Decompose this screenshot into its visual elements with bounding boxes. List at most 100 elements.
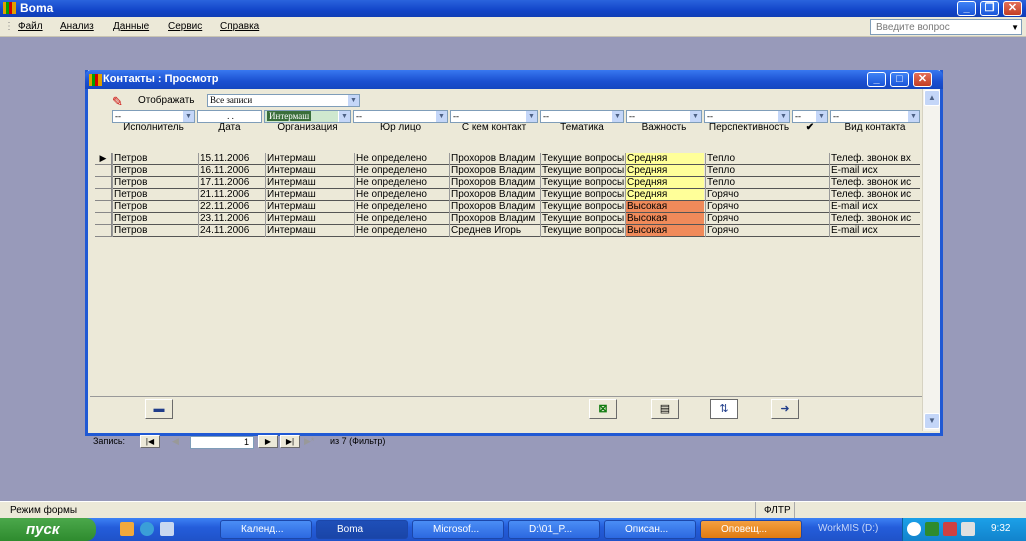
ie-icon[interactable]: [140, 522, 154, 536]
chevron-down-icon[interactable]: ▼: [347, 95, 359, 106]
cell-contact[interactable]: Прохоров Владим: [451, 177, 539, 188]
cell-org[interactable]: Интермаш: [267, 153, 353, 164]
outlook-icon[interactable]: [160, 522, 174, 536]
scroll-up-icon[interactable]: ▲: [924, 90, 940, 106]
cell-kind[interactable]: E-mail исх: [831, 165, 921, 176]
cell-importance[interactable]: Средняя: [625, 165, 704, 176]
task-voma[interactable]: Вoma: [316, 520, 408, 539]
cell-topic[interactable]: Текущие вопросы: [542, 165, 624, 176]
cell-kind[interactable]: Телеф. звонок ис: [831, 213, 921, 224]
row-selector[interactable]: [95, 213, 112, 225]
cell-legal[interactable]: Не определено: [356, 189, 449, 200]
tray-icon[interactable]: [925, 522, 939, 536]
menu-service[interactable]: Сервис: [168, 21, 202, 32]
sort-button[interactable]: ⇅: [710, 399, 738, 419]
cell-legal[interactable]: Не определено: [356, 213, 449, 224]
cell-prospect[interactable]: Тепло: [707, 165, 794, 176]
cell-contact[interactable]: Среднев Игорь: [451, 225, 539, 236]
last-record-button[interactable]: ▶|: [280, 435, 300, 448]
cell-contact[interactable]: Прохоров Владим: [451, 153, 539, 164]
cell-prospect[interactable]: Горячо: [707, 213, 794, 224]
chevron-down-icon[interactable]: ▼: [689, 111, 701, 122]
restore-button[interactable]: ❐: [980, 1, 999, 16]
cell-date[interactable]: 21.11.2006: [200, 189, 263, 200]
cell-legal[interactable]: Не определено: [356, 153, 449, 164]
prev-record-button[interactable]: ◀: [172, 436, 179, 449]
row-selector[interactable]: [95, 177, 112, 189]
cell-date[interactable]: 17.11.2006: [200, 177, 263, 188]
cell-topic[interactable]: Текущие вопросы: [542, 225, 624, 236]
cell-contact[interactable]: Прохоров Владим: [451, 213, 539, 224]
vertical-scrollbar[interactable]: ▲ ▼: [922, 89, 940, 431]
cell-kind[interactable]: Телеф. звонок ис: [831, 177, 921, 188]
menu-data[interactable]: Данные: [113, 21, 149, 32]
window-close-button[interactable]: ✕: [913, 72, 932, 87]
chevron-down-icon[interactable]: ▼: [777, 111, 789, 122]
next-record-button[interactable]: ▶: [258, 435, 278, 448]
cell-topic[interactable]: Текущие вопросы: [542, 153, 624, 164]
cell-importance[interactable]: Высокая: [625, 213, 704, 224]
cell-executor[interactable]: Петров: [114, 153, 194, 164]
cell-date[interactable]: 23.11.2006: [200, 213, 263, 224]
table-row[interactable]: Петров 23.11.2006 Интермаш Не определено Про…: [112, 213, 920, 225]
table-row[interactable]: Петров 15.11.2006 Интермаш Не определено Про…: [112, 153, 920, 165]
tray-icon[interactable]: [961, 522, 975, 536]
cell-kind[interactable]: E-mail исх: [831, 201, 921, 212]
workmis-toolbar[interactable]: WorkMIS (D:): [818, 523, 878, 534]
row-selector[interactable]: [95, 201, 112, 213]
cell-prospect[interactable]: Горячо: [707, 189, 794, 200]
minimize-button[interactable]: _: [957, 1, 976, 16]
card-view-button[interactable]: ▤: [651, 399, 679, 419]
row-selector[interactable]: [95, 225, 112, 237]
first-record-button[interactable]: |◀: [140, 435, 160, 448]
cell-executor[interactable]: Петров: [114, 177, 194, 188]
window-maximize-button[interactable]: □: [890, 72, 909, 87]
cell-kind[interactable]: Телеф. звонок вх: [831, 153, 921, 164]
cell-importance[interactable]: Средняя: [625, 153, 704, 164]
cell-prospect[interactable]: Тепло: [707, 177, 794, 188]
menu-help[interactable]: Справка: [220, 21, 259, 32]
exit-button[interactable]: ➜: [771, 399, 799, 419]
cell-legal[interactable]: Не определено: [356, 165, 449, 176]
task-folder[interactable]: D:\01_P...: [508, 520, 600, 539]
cell-executor[interactable]: Петров: [114, 165, 194, 176]
cell-topic[interactable]: Текущие вопросы: [542, 213, 624, 224]
close-button[interactable]: ✕: [1003, 1, 1022, 16]
cell-date[interactable]: 22.11.2006: [200, 201, 263, 212]
cell-org[interactable]: Интермаш: [267, 213, 353, 224]
cell-executor[interactable]: Петров: [114, 213, 194, 224]
task-notification[interactable]: Оповещ...: [700, 520, 802, 539]
export-excel-button[interactable]: ⊠: [589, 399, 617, 419]
record-number-input[interactable]: 1: [190, 436, 254, 449]
start-button[interactable]: пуск: [0, 518, 96, 541]
cell-legal[interactable]: Не определено: [356, 201, 449, 212]
cell-importance[interactable]: Средняя: [625, 177, 704, 188]
back-icon[interactable]: [907, 522, 921, 536]
chevron-down-icon[interactable]: ▼: [907, 111, 919, 122]
window-minimize-button[interactable]: _: [867, 72, 886, 87]
cell-kind[interactable]: Телеф. звонок ис: [831, 189, 921, 200]
task-description[interactable]: Описан...: [604, 520, 696, 539]
cell-legal[interactable]: Не определено: [356, 177, 449, 188]
chevron-down-icon[interactable]: ▼: [182, 111, 194, 122]
cell-importance[interactable]: Высокая: [625, 201, 704, 212]
cell-importance[interactable]: Средняя: [625, 189, 704, 200]
menu-analysis[interactable]: Анализ: [60, 21, 94, 32]
row-selector[interactable]: [95, 189, 112, 201]
cell-executor[interactable]: Петров: [114, 189, 194, 200]
cell-contact[interactable]: Прохоров Владим: [451, 165, 539, 176]
cell-prospect[interactable]: Тепло: [707, 153, 794, 164]
cell-legal[interactable]: Не определено: [356, 225, 449, 236]
task-microsoft[interactable]: Microsof...: [412, 520, 504, 539]
cell-contact[interactable]: Прохоров Владим: [451, 201, 539, 212]
cell-date[interactable]: 16.11.2006: [200, 165, 263, 176]
table-row[interactable]: Петров 16.11.2006 Интермаш Не определено Про…: [112, 165, 920, 177]
cell-executor[interactable]: Петров: [114, 201, 194, 212]
cell-org[interactable]: Интермаш: [267, 225, 353, 236]
cell-executor[interactable]: Петров: [114, 225, 194, 236]
table-row[interactable]: Петров 21.11.2006 Интермаш Не определено Про…: [112, 189, 920, 201]
row-selector[interactable]: ▶: [95, 153, 112, 165]
cell-org[interactable]: Интермаш: [267, 177, 353, 188]
quicklaunch-icon[interactable]: [120, 522, 134, 536]
chevron-down-icon[interactable]: ▼: [611, 111, 623, 122]
